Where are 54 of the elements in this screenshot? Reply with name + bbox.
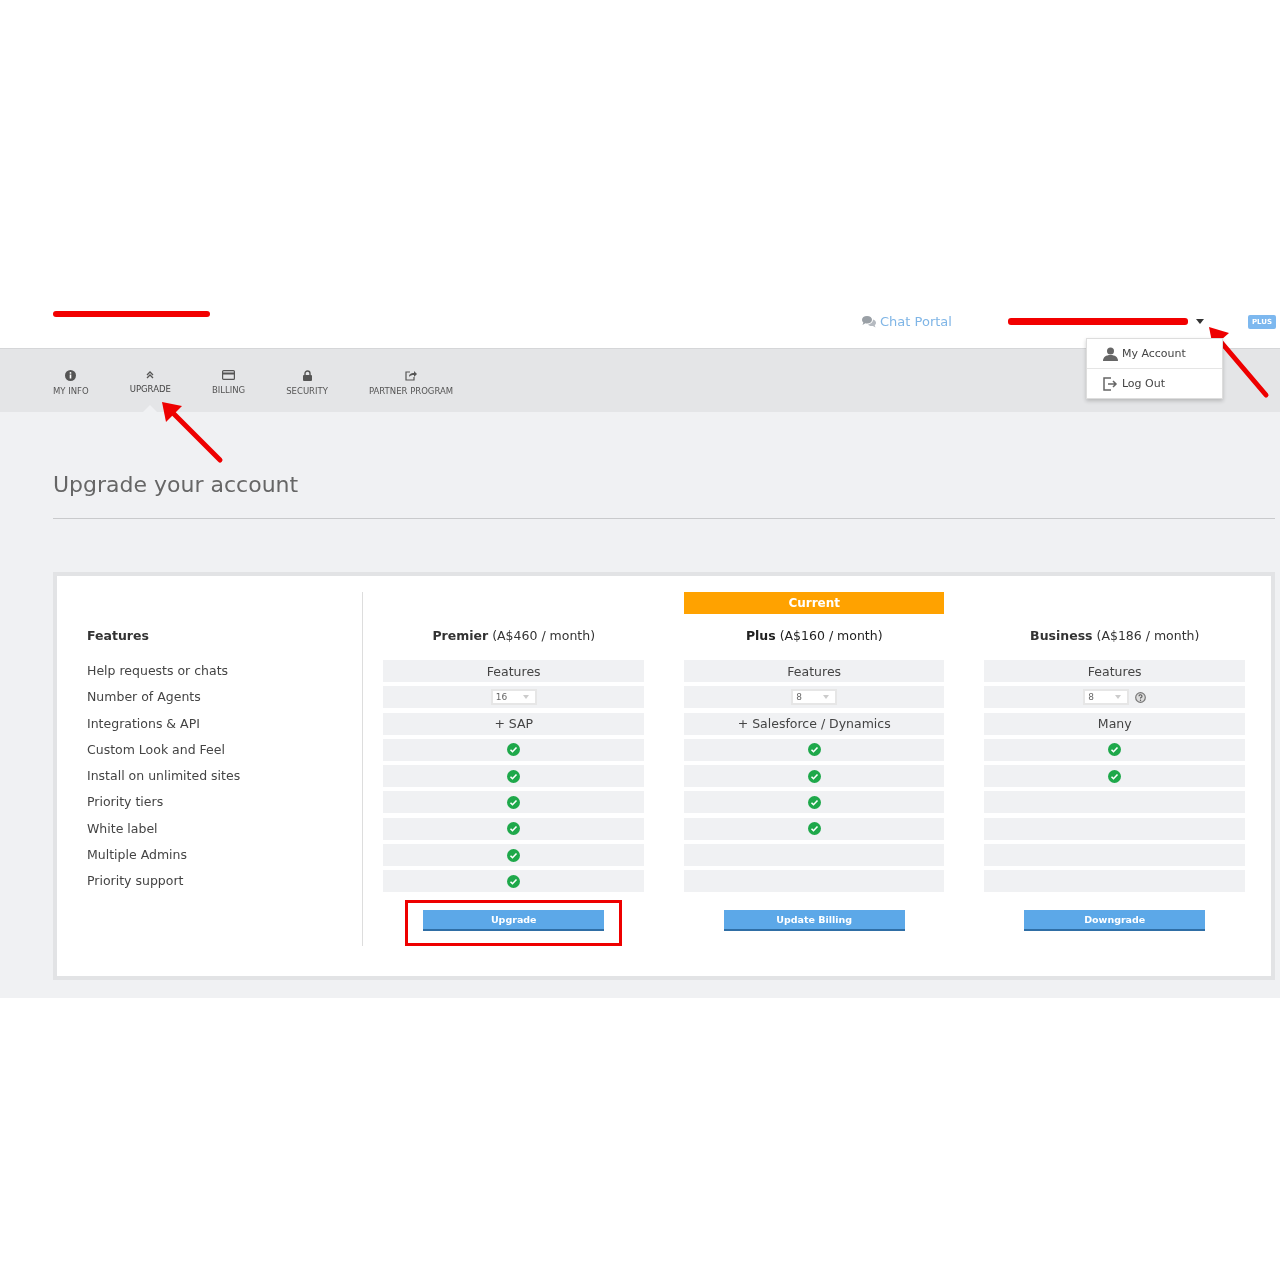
- share-icon: [405, 369, 418, 381]
- check-icon: [507, 848, 521, 862]
- double-chevron-icon: [146, 371, 155, 379]
- agents-select[interactable]: 16: [490, 689, 537, 706]
- logout-icon: [1102, 376, 1118, 391]
- check-icon: [1108, 769, 1122, 783]
- check-icon: [507, 822, 521, 836]
- feature-label: Integrations & API: [87, 714, 201, 733]
- feature-label: Install on unlimited sites: [87, 767, 242, 786]
- check-icon: [807, 743, 821, 757]
- caret-icon: [522, 695, 529, 700]
- caret-icon: [823, 695, 830, 700]
- agents-select[interactable]: 8: [791, 689, 838, 706]
- check-icon: [507, 796, 521, 809]
- feature-label: Custom Look and Feel: [87, 740, 226, 759]
- nav-tab[interactable]: BILLING: [211, 349, 246, 412]
- feature-label: White label: [87, 819, 159, 838]
- check-icon: [807, 769, 821, 783]
- lock-icon: [302, 369, 312, 381]
- credit-card-icon: [222, 370, 236, 380]
- check-icon: [507, 874, 521, 888]
- feature-label: Priority support: [87, 872, 185, 891]
- table-cell: Features: [684, 660, 945, 682]
- feature-label: Multiple Admins: [87, 846, 188, 865]
- table-cell: Features: [984, 660, 1245, 682]
- feature-label: Priority tiers: [87, 793, 165, 812]
- plan-heading: Business (A$186 / month): [1030, 627, 1200, 643]
- page-title: Upgrade your account: [53, 472, 299, 498]
- nav-tab[interactable]: SECURITY: [286, 349, 328, 412]
- user-icon: [1102, 346, 1118, 361]
- plan-heading: Plus (A$160 / month): [745, 627, 883, 643]
- agents-select[interactable]: 8: [1083, 689, 1130, 706]
- feature-label: Number of Agents: [87, 688, 202, 707]
- check-icon: [807, 796, 821, 809]
- menu-item[interactable]: My Account: [1086, 339, 1222, 368]
- nav-tab[interactable]: PARTNER PROGRAM: [368, 349, 454, 412]
- plan-heading: Premier (A$460 / month): [432, 627, 596, 643]
- check-icon: [507, 769, 521, 783]
- help-icon[interactable]: [1135, 691, 1147, 703]
- current-plan-banner: Current: [684, 592, 945, 614]
- caret-icon: [1115, 695, 1122, 700]
- table-cell: + SAP: [383, 712, 644, 735]
- caret-icon[interactable]: [1195, 319, 1204, 324]
- check-icon: [1108, 743, 1122, 757]
- check-icon: [807, 822, 821, 836]
- table-cell: Many: [984, 712, 1245, 735]
- feature-label: Help requests or chats: [87, 662, 230, 680]
- nav-tab[interactable]: MY INFO: [53, 349, 89, 412]
- table-cell: + Salesforce / Dynamics: [684, 712, 945, 735]
- column-heading: Features: [87, 627, 149, 643]
- info-icon: [65, 369, 77, 381]
- check-icon: [507, 743, 521, 757]
- chat-bubbles-icon: [861, 315, 878, 328]
- table-cell: Features: [383, 660, 644, 682]
